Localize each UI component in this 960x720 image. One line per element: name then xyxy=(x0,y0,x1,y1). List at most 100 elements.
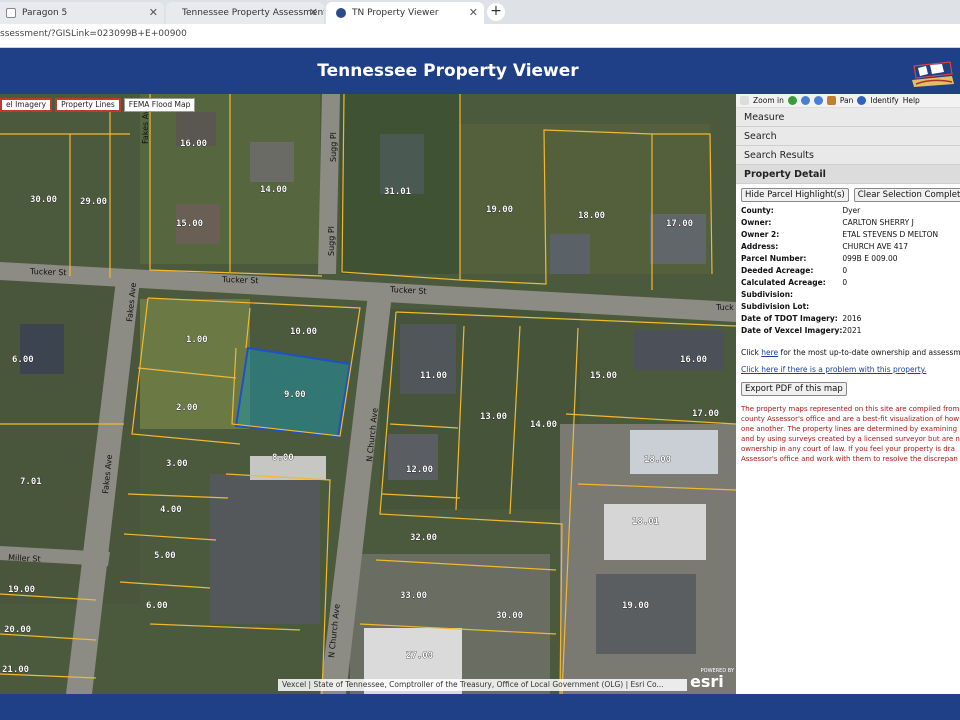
detail-row-calculated-acreage: Calculated Acreage: 0 xyxy=(741,278,938,290)
fema-flood-map-layer-button[interactable]: FEMA Flood Map xyxy=(123,98,196,112)
detail-label: Deeded Acreage: xyxy=(741,266,814,275)
street-label: Tuck xyxy=(715,303,734,312)
property-lines-layer-button[interactable]: Property Lines xyxy=(55,98,121,112)
detail-value: Dyer xyxy=(842,206,861,215)
pan-button[interactable]: Pan xyxy=(840,96,854,105)
parcel-label: 30.00 xyxy=(30,195,57,205)
map-attribution: Vexcel | State of Tennessee, Comptroller… xyxy=(278,679,687,691)
parcel-label: 17.00 xyxy=(666,219,693,229)
esri-wordmark: esri xyxy=(690,672,724,691)
detail-value: 099B E 009.00 xyxy=(842,254,898,263)
panel-property-detail[interactable]: Property Detail xyxy=(736,165,960,184)
zoom-in-button[interactable]: Zoom in xyxy=(753,96,784,105)
globe-icon[interactable] xyxy=(787,96,797,105)
info-icon[interactable] xyxy=(857,96,867,105)
panel-measure[interactable]: Measure xyxy=(736,108,960,127)
app-header: Tennessee Property Viewer xyxy=(0,48,960,94)
street-label: Tucker St xyxy=(221,275,259,285)
tab-title: Tennessee Property Assessment D xyxy=(182,8,324,18)
detail-label: Date of TDOT Imagery: xyxy=(741,314,838,323)
detail-value: 0 xyxy=(842,266,848,275)
parcel-label: 19.00 xyxy=(486,205,513,215)
close-icon[interactable]: ✕ xyxy=(149,6,158,19)
tennessee-logo-icon xyxy=(906,54,958,90)
detail-row-subdivision: Subdivision: xyxy=(741,290,938,302)
street-label: Miller St xyxy=(8,553,41,564)
parcel-label: 31.01 xyxy=(384,187,411,197)
hand-icon[interactable] xyxy=(826,96,836,105)
seal-icon xyxy=(336,8,346,18)
detail-row-county: County: Dyer xyxy=(741,206,938,218)
detail-label: Subdivision Lot: xyxy=(741,302,810,311)
detail-value: ETAL STEVENS D MELTON xyxy=(842,230,939,239)
close-icon[interactable]: ✕ xyxy=(469,6,478,19)
detail-value: CHURCH AVE 417 xyxy=(842,242,909,251)
parcel-label: 27.00 xyxy=(406,651,433,661)
detail-label: County: xyxy=(741,206,774,215)
aerial-imagery-layer-button[interactable]: el Imagery xyxy=(0,98,53,112)
report-problem-link[interactable]: Click here if there is a problem with th… xyxy=(741,365,926,374)
aerial-parcel-map[interactable]: 16.00 14.00 15.00 30.00 29.00 31.01 19.0… xyxy=(0,94,736,694)
parcel-label: 17.00 xyxy=(692,409,719,419)
parcel-label-selected[interactable]: 9.00 xyxy=(284,390,306,401)
tab-property-viewer[interactable]: TN Property Viewer ✕ xyxy=(326,2,484,24)
clear-selection-button[interactable]: Clear Selection Completely xyxy=(853,188,960,202)
ownership-here-link[interactable]: here xyxy=(761,348,778,357)
export-pdf-button[interactable]: Export PDF of this map xyxy=(741,382,847,396)
parcel-label: 6.00 xyxy=(146,601,168,611)
help-button[interactable]: Help xyxy=(903,96,920,105)
page-icon xyxy=(6,8,16,18)
url-text: ssessment/?GISLink=023099B+E+00900 xyxy=(0,29,187,39)
parcel-label: 16.00 xyxy=(180,139,207,149)
tab-property-assessment[interactable]: Tennessee Property Assessment D ✕ xyxy=(166,2,324,24)
browser-tab-strip: Paragon 5 ✕ Tennessee Property Assessmen… xyxy=(0,0,960,24)
esri-logo: POWERED BY esri xyxy=(690,668,734,692)
parcel-label: 19.00 xyxy=(8,585,35,595)
parcel-label: 29.00 xyxy=(80,197,107,207)
detail-row-deeded-acreage: Deeded Acreage: 0 xyxy=(741,266,938,278)
street-label: Tucker St xyxy=(29,267,67,277)
parcel-label: 12.00 xyxy=(406,465,433,475)
map-toolbar: Zoom in Pan Identify Help xyxy=(736,94,960,108)
zoom-box-icon[interactable] xyxy=(740,96,749,105)
detail-value: 0 xyxy=(842,278,848,287)
parcel-label: 15.00 xyxy=(176,219,203,229)
parcel-label: 5.00 xyxy=(154,551,176,561)
parcel-label: 2.00 xyxy=(176,403,198,413)
panel-search[interactable]: Search xyxy=(736,127,960,146)
click-suffix: for the most up-to-date ownership and as… xyxy=(778,348,960,357)
map-layer-toggles: el Imagery Property Lines FEMA Flood Map xyxy=(0,98,196,114)
parcel-label: 18.01 xyxy=(632,517,659,527)
tab-title: TN Property Viewer xyxy=(352,8,439,18)
detail-label: Subdivision: xyxy=(741,290,794,299)
parcel-label: 4.00 xyxy=(160,505,182,515)
hide-parcel-highlight-button[interactable]: Hide Parcel Highlight(s) xyxy=(741,188,849,202)
tab-title: Paragon 5 xyxy=(22,8,68,18)
detail-row-parcel-number: Parcel Number: 099B E 009.00 xyxy=(741,254,938,266)
parcel-label: 14.00 xyxy=(530,420,557,430)
parcel-label: 8.00 xyxy=(272,453,294,463)
click-prefix: Click xyxy=(741,348,762,357)
detail-row-vexcel-imagery: Date of Vexcel Imagery: 2021 xyxy=(741,326,938,338)
map-view[interactable]: 16.00 14.00 15.00 30.00 29.00 31.01 19.0… xyxy=(0,94,736,694)
new-tab-button[interactable]: + xyxy=(487,3,505,21)
tab-paragon[interactable]: Paragon 5 ✕ xyxy=(0,2,164,24)
disclaimer-text: The property maps represented on this si… xyxy=(741,404,960,464)
close-icon[interactable]: ✕ xyxy=(309,6,318,19)
parcel-label: 11.00 xyxy=(420,371,447,381)
property-detail-content: Hide Parcel Highlight(s) Clear Selection… xyxy=(736,184,960,468)
disclaimer-line: and by using surveys created by a licens… xyxy=(741,435,960,443)
property-detail-table: County: Dyer Owner: CARLTON SHERRY J Owner… xyxy=(741,206,938,338)
parcel-label: 14.00 xyxy=(260,185,287,195)
identify-button[interactable]: Identify xyxy=(870,96,898,105)
disclaimer-line: one another. The property lines are dete… xyxy=(741,425,958,433)
panel-search-results[interactable]: Search Results xyxy=(736,146,960,165)
address-bar[interactable]: ssessment/?GISLink=023099B+E+00900 xyxy=(0,24,960,48)
detail-label: Parcel Number: xyxy=(741,254,807,263)
disclaimer-line: The property maps represented on this si… xyxy=(741,405,960,413)
footer-bar xyxy=(0,694,960,720)
zoom-in-icon[interactable] xyxy=(800,96,810,105)
zoom-out-icon[interactable] xyxy=(813,96,823,105)
parcel-label: 13.00 xyxy=(480,412,507,422)
parcel-label: 16.00 xyxy=(680,355,707,365)
